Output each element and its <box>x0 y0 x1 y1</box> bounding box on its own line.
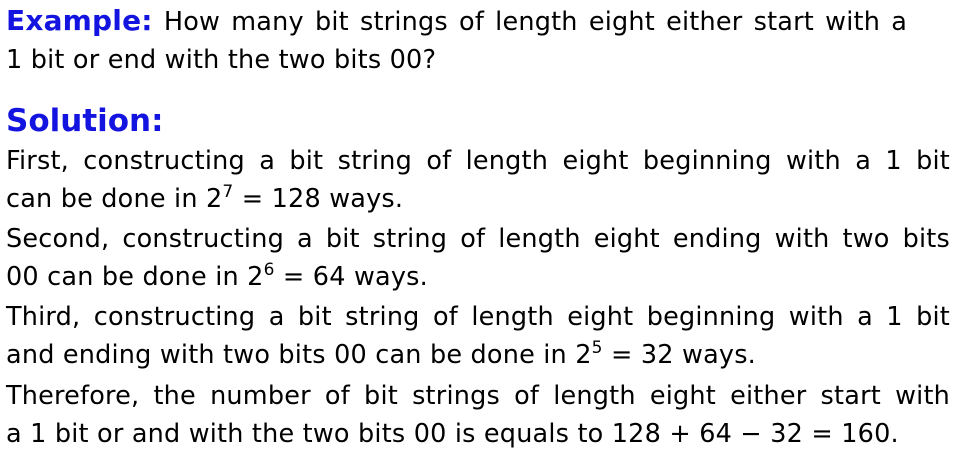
solution-paragraph-4: Therefore, the number of bit strings of … <box>6 377 956 453</box>
example-block: Example: How many bit strings of length … <box>6 2 956 79</box>
example-question-line-1: How many bit strings of length eight eit… <box>163 7 908 37</box>
example-heading: Example: <box>6 4 153 37</box>
paragraph-1-text: can be done in 2 <box>6 184 223 214</box>
paragraph-1-line-1: First, constructing a bit string of leng… <box>6 146 950 176</box>
solution-paragraph-3: Third, constructing a bit string of leng… <box>6 298 956 374</box>
example-line-1: Example: How many bit strings of length … <box>6 2 956 41</box>
paragraph-1-exponent: 7 <box>222 182 234 202</box>
paragraph-2-text: 00 can be done in 2 <box>6 262 264 292</box>
solution-paragraph-1: First, constructing a bit string of leng… <box>6 142 956 218</box>
paragraph-3-result: = 32 ways. <box>602 340 756 370</box>
example-question-line-2: 1 bit or end with the two bits 00? <box>6 45 437 75</box>
paragraph-3-line-1: Third, constructing a bit string of leng… <box>6 302 950 332</box>
paragraph-2-result: = 64 ways. <box>274 262 428 292</box>
paragraph-4-line-2: a 1 bit or and with the two bits 00 is e… <box>6 419 899 449</box>
paragraph-3-text: and ending with two bits 00 can be done … <box>6 340 592 370</box>
solution-paragraph-2: Second, constructing a bit string of len… <box>6 220 956 296</box>
paragraph-1-line-2: can be done in 27 = 128 ways. <box>6 180 956 218</box>
paragraph-2-line-1: Second, constructing a bit string of len… <box>6 224 950 254</box>
paragraph-2-exponent: 6 <box>263 260 275 280</box>
paragraph-1-result: = 128 ways. <box>233 184 404 214</box>
solution-heading: Solution: <box>6 103 164 139</box>
paragraph-4-line-1: Therefore, the number of bit strings of … <box>6 381 950 411</box>
paragraph-3-line-2: and ending with two bits 00 can be done … <box>6 336 956 374</box>
paragraph-3-exponent: 5 <box>591 338 603 358</box>
paragraph-2-line-2: 00 can be done in 26 = 64 ways. <box>6 258 956 296</box>
